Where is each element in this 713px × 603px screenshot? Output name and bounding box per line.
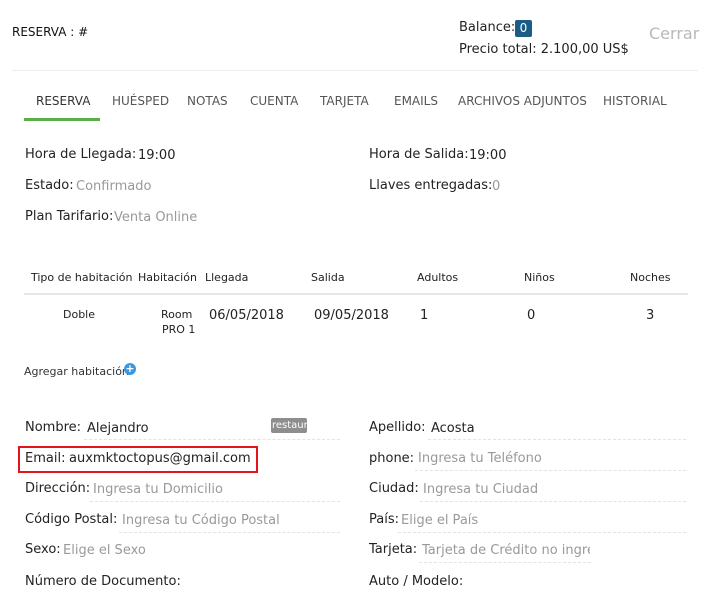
- tab-historial[interactable]: HISTORIAL: [603, 94, 667, 108]
- plus-circle-icon[interactable]: +: [124, 363, 136, 375]
- tab-tarjeta[interactable]: TARJETA: [320, 94, 369, 108]
- card-field-underline: [419, 562, 591, 563]
- balance-badge: 0: [515, 20, 532, 37]
- col-arrival: Llegada: [205, 271, 249, 284]
- arrival-time-value: 19:00: [138, 148, 176, 163]
- rate-plan-value[interactable]: Venta Online: [114, 210, 197, 225]
- city-label: Ciudad:: [369, 481, 419, 496]
- active-tab-indicator: [24, 118, 100, 121]
- tab-emails[interactable]: EMAILS: [394, 94, 438, 108]
- cell-room-line2: PRO 1: [162, 323, 196, 336]
- postal-field-underline: [119, 532, 340, 533]
- surname-field[interactable]: Acosta: [431, 421, 475, 436]
- cell-nights: 3: [646, 308, 655, 323]
- cell-adults: 1: [420, 308, 429, 323]
- city-field[interactable]: Ingresa tu Ciudad: [423, 482, 538, 497]
- cell-room-line1: Room: [161, 308, 193, 321]
- tab-notas[interactable]: NOTAS: [187, 94, 228, 108]
- name-field-underline: [84, 439, 340, 440]
- departure-time-label: Hora de Salida:: [369, 147, 469, 162]
- col-adults: Adultos: [417, 271, 459, 284]
- postal-label: Código Postal:: [25, 512, 118, 527]
- car-label: Auto / Modelo:: [369, 574, 464, 589]
- tab-huesped[interactable]: HUÉSPED: [112, 94, 169, 108]
- country-select[interactable]: Elige el País: [401, 513, 478, 528]
- col-children: Niños: [524, 271, 555, 284]
- tab-archivos-adjuntos[interactable]: ARCHIVOS ADJUNTOS: [458, 94, 587, 108]
- cell-children: 0: [527, 308, 536, 323]
- tab-reserva[interactable]: RESERVA: [36, 94, 90, 108]
- status-value[interactable]: Confirmado: [76, 179, 151, 194]
- rate-plan-label: Plan Tarifario:: [25, 209, 114, 224]
- keys-label: Llaves entregadas:: [369, 178, 493, 193]
- cell-departure: 09/05/2018: [314, 308, 389, 323]
- guest-tag-badge: restaurante: [271, 418, 307, 433]
- page-title: RESERVA : #: [12, 25, 89, 39]
- phone-label: phone:: [369, 451, 415, 466]
- status-label: Estado:: [25, 178, 74, 193]
- balance-label: Balance:: [459, 20, 516, 35]
- phone-field[interactable]: Ingresa tu Teléfono: [418, 451, 542, 466]
- col-room: Habitación: [138, 271, 197, 284]
- city-field-underline: [420, 501, 686, 502]
- card-field[interactable]: Tarjeta de Crédito no ingresada: [422, 543, 590, 558]
- sex-label: Sexo:: [25, 542, 61, 557]
- header-divider: [12, 70, 698, 71]
- postal-field[interactable]: Ingresa tu Código Postal: [122, 513, 280, 528]
- col-room-type: Tipo de habitación: [31, 271, 133, 284]
- address-field-underline: [90, 501, 340, 502]
- country-field-underline: [398, 532, 686, 533]
- address-field[interactable]: Ingresa tu Domicilio: [93, 482, 223, 497]
- keys-value[interactable]: 0: [492, 179, 500, 194]
- sex-select[interactable]: Elige el Sexo: [63, 543, 146, 558]
- add-room-link[interactable]: Agregar habitación: [24, 365, 129, 378]
- col-departure: Salida: [311, 271, 345, 284]
- col-nights: Noches: [630, 271, 671, 284]
- phone-field-underline: [415, 470, 686, 471]
- departure-time-value: 19:00: [469, 148, 507, 163]
- country-label: País:: [369, 512, 399, 527]
- cell-arrival: 06/05/2018: [209, 308, 284, 323]
- card-label: Tarjeta:: [369, 542, 418, 557]
- email-highlight-box: [18, 446, 258, 473]
- tab-cuenta[interactable]: CUENTA: [250, 94, 298, 108]
- surname-label: Apellido:: [369, 420, 426, 435]
- close-button[interactable]: Cerrar: [649, 24, 699, 43]
- name-label: Nombre:: [25, 420, 82, 435]
- arrival-time-label: Hora de Llegada:: [25, 147, 137, 162]
- cell-room-type: Doble: [63, 308, 96, 321]
- table-header-divider: [24, 293, 688, 295]
- address-label: Dirección:: [25, 481, 91, 496]
- total-price: Precio total: 2.100,00 US$: [459, 42, 629, 57]
- document-label: Número de Documento:: [25, 574, 181, 589]
- name-field[interactable]: Alejandro: [87, 421, 149, 436]
- surname-field-underline: [428, 439, 686, 440]
